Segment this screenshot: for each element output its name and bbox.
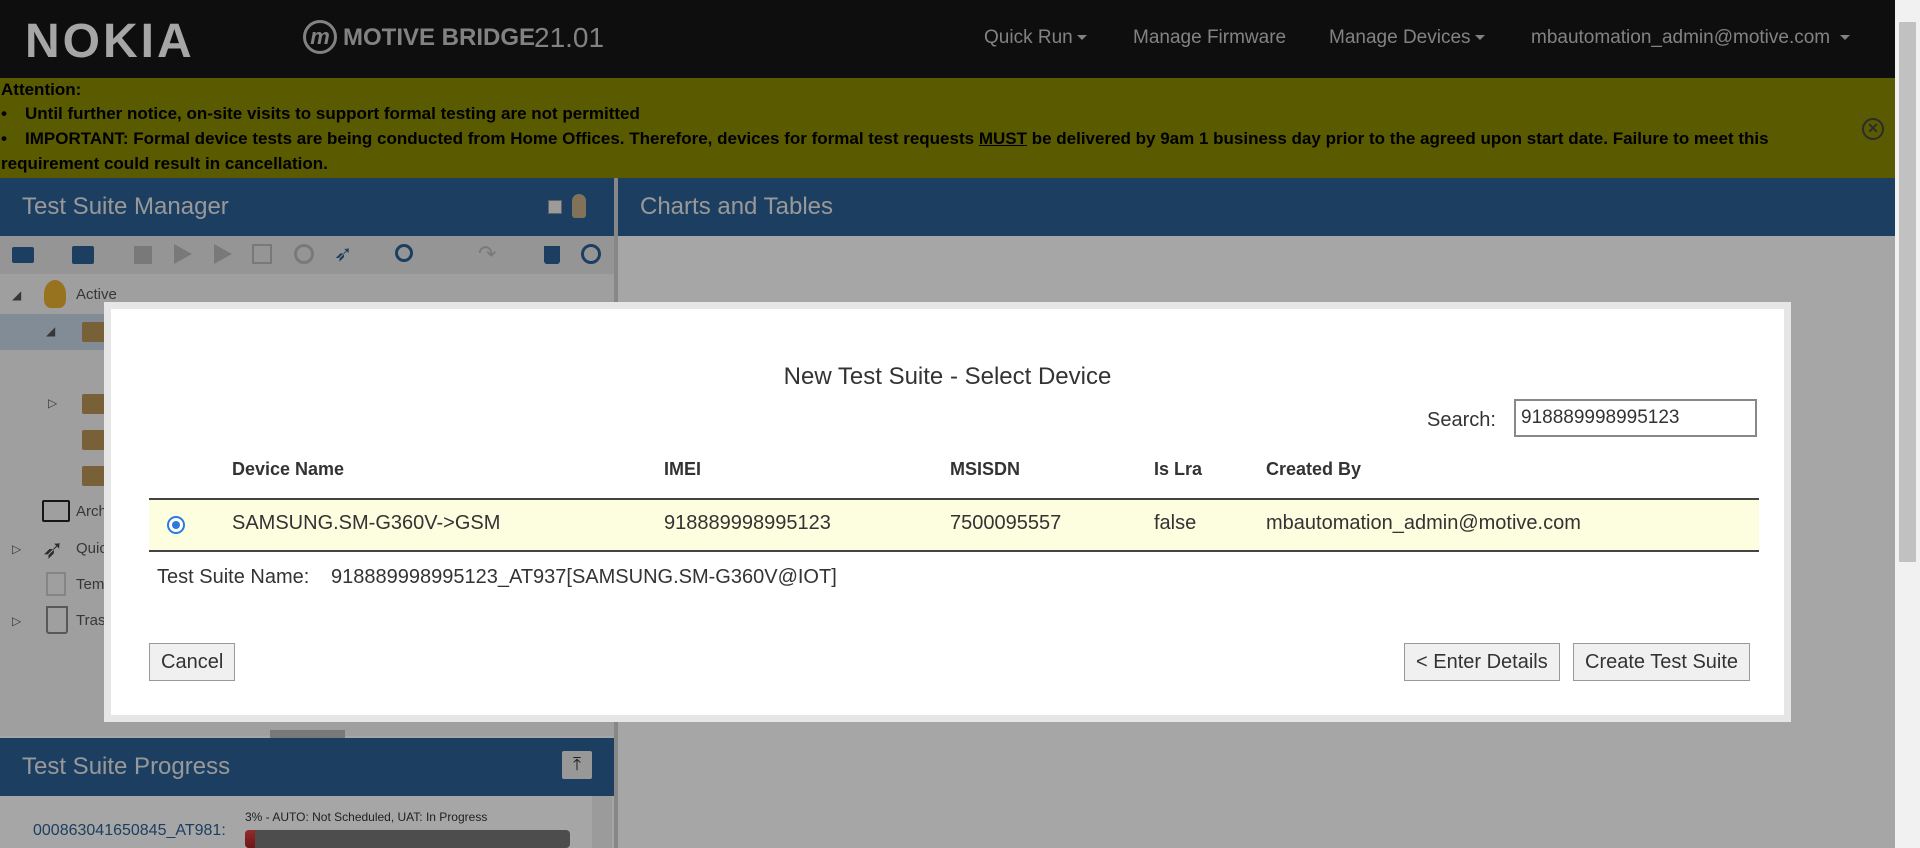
cell-created-by: mbautomation_admin@motive.com bbox=[1266, 512, 1581, 534]
cell-imei: 918889998995123 bbox=[664, 512, 831, 534]
cell-is-lra: false bbox=[1154, 512, 1197, 534]
cell-device-name: SAMSUNG.SM-G360V->GSM bbox=[232, 512, 501, 534]
column-header-is-lra[interactable]: Is Lra bbox=[1154, 459, 1202, 480]
table-bottom-divider bbox=[149, 550, 1759, 552]
cell-msisdn: 7500095557 bbox=[950, 512, 1062, 534]
create-test-suite-button[interactable]: Create Test Suite bbox=[1573, 643, 1751, 681]
column-header-msisdn[interactable]: MSISDN bbox=[950, 459, 1020, 480]
enter-details-button[interactable]: < Enter Details bbox=[1404, 643, 1560, 681]
page-scrollbar-thumb[interactable] bbox=[1899, 22, 1916, 562]
page-scrollbar[interactable] bbox=[1895, 0, 1920, 848]
test-suite-name-value: 918889998995123_AT937[SAMSUNG.SM-G360V@I… bbox=[331, 566, 837, 588]
column-header-device-name[interactable]: Device Name bbox=[232, 459, 344, 480]
search-input[interactable] bbox=[1514, 399, 1757, 437]
device-radio[interactable] bbox=[167, 516, 185, 534]
new-test-suite-dialog: New Test Suite - Select Device Search: D… bbox=[104, 302, 1791, 722]
column-header-imei[interactable]: IMEI bbox=[664, 459, 701, 480]
test-suite-name-label: Test Suite Name: bbox=[157, 566, 310, 588]
search-label: Search: bbox=[1427, 409, 1496, 431]
column-header-created-by[interactable]: Created By bbox=[1266, 459, 1361, 480]
cancel-button[interactable]: Cancel bbox=[149, 643, 236, 681]
dialog-title: New Test Suite - Select Device bbox=[783, 363, 1112, 390]
